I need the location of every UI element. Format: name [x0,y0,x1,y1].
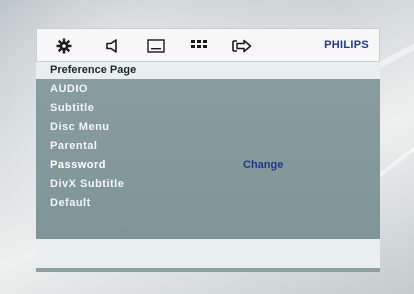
page-title: Preference Page [36,62,380,79]
menu-footer-strip [36,268,380,272]
menu-item-parental[interactable]: Parental [50,139,97,153]
screen-icon[interactable] [145,37,167,55]
menu-item-disc-menu[interactable]: Disc Menu [50,120,110,134]
menu-item-password[interactable]: Password [50,158,106,172]
setup-menu: PHILIPS Preference Page AUDIO Subtitle D… [36,28,380,272]
speaker-icon[interactable] [102,37,124,55]
menu-item-audio[interactable]: AUDIO [50,82,88,96]
menu-top-bar: PHILIPS [36,28,380,62]
exit-arrow-icon[interactable] [231,37,253,55]
gear-icon[interactable] [53,37,75,55]
grid-icon[interactable] [188,37,210,55]
menu-item-default[interactable]: Default [50,196,91,210]
tv-screen: PHILIPS Preference Page AUDIO Subtitle D… [0,0,414,294]
password-change-option[interactable]: Change [243,158,283,172]
brand-logo: PHILIPS [324,39,369,51]
menu-item-subtitle[interactable]: Subtitle [50,101,94,115]
menu-item-divx-subtitle[interactable]: DivX Subtitle [50,177,124,191]
menu-list-area: Preference Page AUDIO Subtitle Disc Menu… [36,62,380,239]
